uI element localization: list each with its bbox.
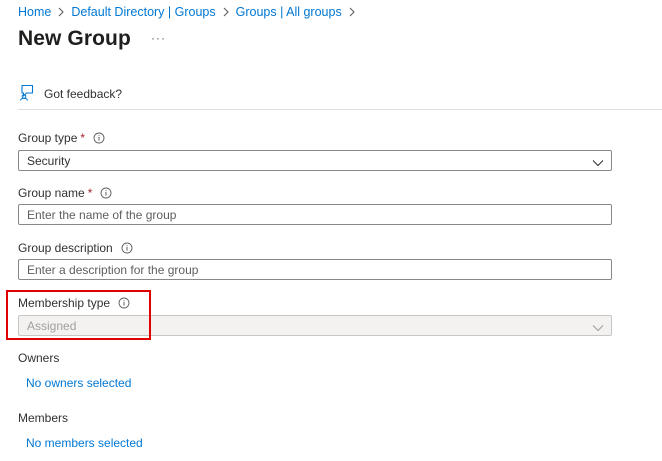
breadcrumb-home[interactable]: Home <box>18 5 51 19</box>
owners-label: Owners <box>18 351 60 365</box>
group-description-input[interactable] <box>18 259 612 280</box>
group-type-value: Security <box>27 153 71 168</box>
chevron-right-icon <box>342 4 362 20</box>
info-icon[interactable] <box>93 132 105 144</box>
required-marker: * <box>80 131 86 145</box>
required-marker: * <box>87 186 93 200</box>
breadcrumb-groups[interactable]: Default Directory | Groups <box>71 5 215 19</box>
feedback-icon <box>18 83 36 106</box>
highlight-box <box>6 290 151 340</box>
group-description-label: Group description <box>18 241 133 255</box>
no-members-link[interactable]: No members selected <box>26 436 143 450</box>
group-name-label-text: Group name <box>18 186 85 200</box>
group-name-input[interactable] <box>18 204 612 225</box>
members-label: Members <box>18 411 69 425</box>
no-owners-link[interactable]: No owners selected <box>26 376 131 390</box>
group-type-dropdown[interactable]: Security <box>18 150 612 171</box>
chevron-right-icon <box>51 4 71 20</box>
group-description-label-text: Group description <box>18 241 113 255</box>
group-name-label: Group name * <box>18 186 112 200</box>
feedback-label: Got feedback? <box>44 87 123 101</box>
breadcrumb-all-groups[interactable]: Groups | All groups <box>236 5 342 19</box>
info-icon[interactable] <box>121 242 133 254</box>
divider <box>18 109 662 110</box>
chevron-down-icon <box>592 156 604 170</box>
info-icon[interactable] <box>100 187 112 199</box>
feedback-button[interactable]: Got feedback? <box>18 84 122 104</box>
chevron-down-icon <box>592 321 604 335</box>
breadcrumb: Home Default Directory | Groups Groups |… <box>18 4 362 20</box>
page-title: New Group <box>18 27 131 50</box>
group-type-label-text: Group type <box>18 131 78 145</box>
more-options-button[interactable]: ··· <box>151 31 166 45</box>
chevron-right-icon <box>216 4 236 20</box>
group-type-label: Group type * <box>18 131 105 145</box>
